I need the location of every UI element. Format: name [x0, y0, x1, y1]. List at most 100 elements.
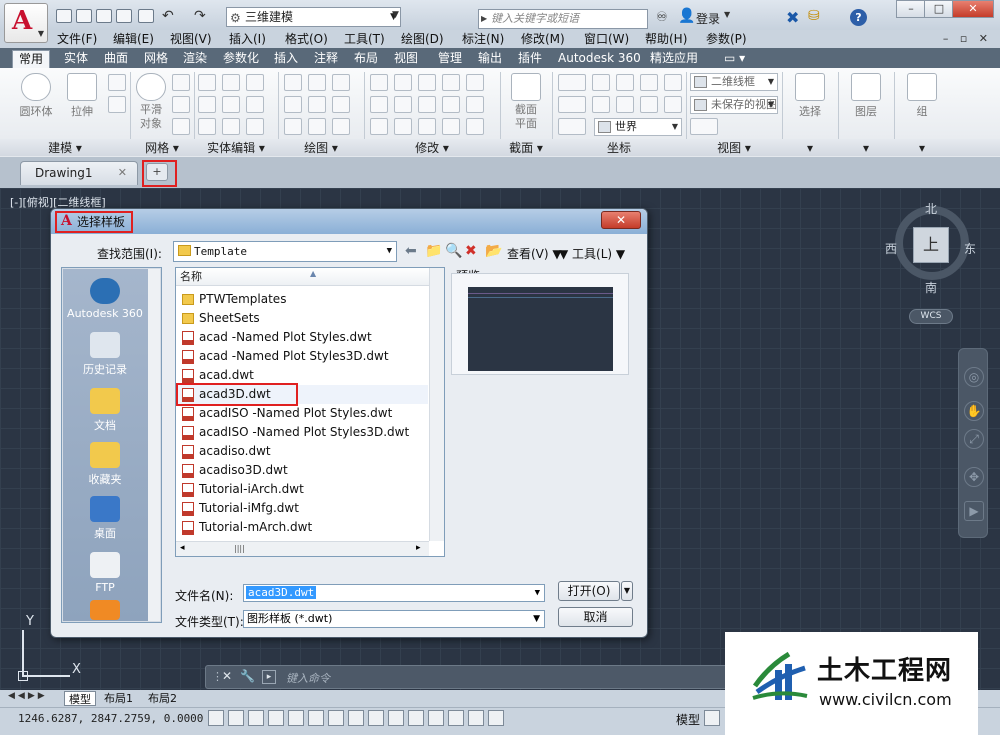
tab-drawing1[interactable]: Drawing1 ✕ — [20, 161, 138, 185]
search-input[interactable]: ▶ 键入关键字或短语 — [478, 9, 648, 29]
ellipse-icon[interactable] — [332, 118, 350, 135]
redo-icon[interactable]: ↷ — [194, 8, 206, 24]
menu-view[interactable]: 视图(V) — [170, 30, 212, 48]
array-icon[interactable] — [418, 74, 436, 91]
compass-west[interactable]: 西 — [885, 240, 897, 257]
login-link[interactable]: 登录 — [696, 10, 720, 27]
dynamic-input-icon[interactable] — [388, 710, 404, 726]
smooth-object-tool[interactable]: 平滑对象 — [132, 73, 170, 135]
coordinates-readout[interactable]: 1246.6287, 2847.2759, 0.0000 — [18, 712, 203, 725]
ucs-z-icon[interactable] — [664, 74, 682, 91]
mesh-smooth-icon[interactable] — [172, 96, 190, 113]
grid-icon[interactable] — [248, 710, 264, 726]
object-snap-icon[interactable] — [308, 710, 324, 726]
save-as-icon[interactable] — [116, 9, 132, 23]
file-row[interactable]: acad -Named Plot Styles.dwt — [178, 328, 428, 347]
spline-icon[interactable] — [284, 96, 302, 113]
menu-parameters[interactable]: 参数(P) — [706, 30, 747, 48]
menu-format[interactable]: 格式(O) — [285, 30, 328, 48]
file-row[interactable]: Tutorial-mArch.dwt — [178, 518, 428, 537]
menu-dimension[interactable]: 标注(N) — [462, 30, 504, 48]
wcs-menu[interactable]: WCS — [909, 309, 953, 324]
separate-icon[interactable] — [198, 118, 216, 135]
line-icon[interactable] — [284, 74, 302, 91]
dynamic-ucs-icon[interactable] — [368, 710, 384, 726]
menu-help[interactable]: 帮助(H) — [645, 30, 687, 48]
ucs-origin-icon[interactable] — [592, 74, 610, 91]
snap-mode-icon[interactable] — [228, 710, 244, 726]
mesh-refine-icon[interactable] — [172, 118, 190, 135]
recent-commands-icon[interactable]: ▸ — [262, 670, 276, 684]
filetype-dropdown[interactable]: 图形样板 (*.dwt) ▼ — [243, 610, 545, 628]
ucs-x-icon[interactable] — [616, 74, 634, 91]
binoculars-icon[interactable]: ♾ — [656, 10, 668, 25]
place-desktop[interactable]: 桌面 — [62, 496, 148, 541]
print-icon[interactable] — [138, 9, 154, 23]
wrench-icon[interactable]: 🔧 — [240, 669, 255, 683]
file-row[interactable]: acadiso3D.dwt — [178, 461, 428, 480]
ucs-icon[interactable] — [558, 74, 586, 91]
help-icon[interactable]: ? — [850, 9, 867, 26]
file-row[interactable]: Tutorial-iMfg.dwt — [178, 499, 428, 518]
place-documents[interactable]: 文档 — [62, 388, 148, 433]
tab-view[interactable]: 视图 — [388, 50, 424, 68]
scale-icon[interactable] — [370, 74, 388, 91]
annotation-monitor-icon[interactable] — [488, 710, 504, 726]
place-more[interactable] — [62, 600, 148, 623]
quick-properties-icon[interactable] — [448, 710, 464, 726]
places-scrollbar[interactable] — [148, 269, 160, 621]
zoom-extents-icon[interactable]: ⤢ — [964, 429, 984, 449]
file-row[interactable]: acadiso.dwt — [178, 442, 428, 461]
column-header-name[interactable]: 名称 ▲ — [176, 268, 429, 286]
new-folder-icon[interactable]: 📂 — [485, 243, 502, 259]
menu-draw[interactable]: 绘图(D) — [401, 30, 444, 48]
file-row[interactable]: Tutorial-iArch.dwt — [178, 480, 428, 499]
panel-title-solid-editing[interactable]: 实体编辑 ▾ — [194, 140, 278, 156]
ucs-y-icon[interactable] — [640, 74, 658, 91]
filename-input[interactable]: acad3D.dwt ▼ — [243, 584, 545, 602]
viewcube-top-face[interactable]: 上 — [913, 227, 949, 263]
open-file-icon[interactable] — [76, 9, 92, 23]
rectangle-icon[interactable] — [308, 118, 326, 135]
file-row[interactable]: SheetSets — [178, 309, 428, 328]
panel-expand-layers[interactable]: ▾ — [838, 140, 894, 156]
menu-file[interactable]: 文件(F) — [57, 30, 97, 48]
construction-line-icon[interactable] — [308, 96, 326, 113]
tab-annotate[interactable]: 注释 — [308, 50, 344, 68]
view-dropdown[interactable]: 未保存的视图 ▼ — [690, 96, 778, 114]
steering-wheel-icon[interactable]: ◎ — [964, 367, 984, 387]
presspull-icon[interactable] — [108, 74, 126, 91]
dialog-close-button[interactable]: ✕ — [601, 211, 641, 229]
layout-scroll-arrows[interactable]: ◀◀▶▶ — [8, 691, 48, 701]
mesh-box-icon[interactable] — [172, 74, 190, 91]
tab-render[interactable]: 渲染 — [177, 50, 213, 68]
extrude-tool[interactable]: 拉伸 — [62, 73, 102, 135]
orbit-icon[interactable]: ✥ — [964, 467, 984, 487]
ucs-named-icon[interactable] — [558, 118, 586, 135]
place-history[interactable]: 历史记录 — [62, 332, 148, 377]
file-row[interactable]: PTWTemplates — [178, 290, 428, 309]
document-window-controls[interactable]: – ▫ ✕ — [943, 32, 992, 45]
views-menu[interactable]: 查看(V) ▼ — [507, 245, 562, 262]
infer-constraints-icon[interactable] — [208, 710, 224, 726]
tab-manage[interactable]: 管理 — [432, 50, 468, 68]
close-window-button[interactable]: ✕ — [952, 0, 994, 18]
compass-south[interactable]: 南 — [925, 279, 937, 296]
section-plane-tool[interactable]: 截面平面 — [506, 73, 546, 135]
3d-object-snap-icon[interactable] — [328, 710, 344, 726]
minimize-button[interactable]: – — [896, 0, 926, 18]
search-web-icon[interactable]: 🔍 — [445, 243, 462, 259]
polar-tracking-icon[interactable] — [288, 710, 304, 726]
save-icon[interactable] — [96, 9, 112, 23]
compass-east[interactable]: 东 — [964, 240, 976, 257]
new-file-icon[interactable] — [56, 9, 72, 23]
back-icon[interactable]: ⬅ — [405, 243, 417, 259]
rotate-3d-icon[interactable] — [394, 96, 412, 113]
stretch-icon[interactable] — [418, 118, 436, 135]
scroll-thumb[interactable]: |||| — [234, 542, 245, 555]
command-line[interactable]: ⋮ ✕ 🔧 ▸ 键入命令 — [205, 665, 735, 689]
place-autodesk360[interactable]: Autodesk 360 — [62, 278, 148, 320]
ucs-view-icon[interactable] — [592, 96, 610, 113]
circle-icon[interactable] — [332, 96, 350, 113]
layout-tab-layout2[interactable]: 布局2 — [144, 691, 181, 706]
